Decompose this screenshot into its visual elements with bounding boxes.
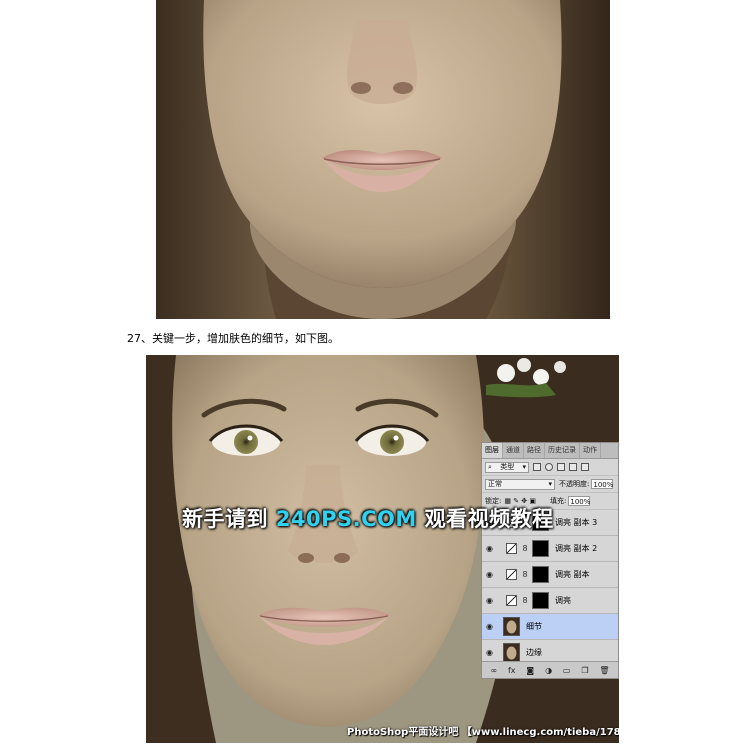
layers-panel: 图层 通道 路径 历史记录 动作 ⌕ 类型 ▾ 正常 ▾ 不透明度: 100% xyxy=(481,442,619,679)
layer-row[interactable]: ◉ 8 调亮 xyxy=(482,588,618,614)
face-lower-illustration xyxy=(156,0,610,319)
filter-shape-icon[interactable] xyxy=(569,463,577,471)
fx-icon[interactable]: fx xyxy=(508,666,516,675)
panel-tabs: 图层 通道 路径 历史记录 动作 xyxy=(482,443,618,459)
filter-kind-select[interactable]: ⌕ 类型 ▾ xyxy=(485,461,529,473)
layer-name: 调亮 副本 3 xyxy=(555,518,598,527)
layer-name: 调亮 副本 xyxy=(555,570,590,579)
eye-icon[interactable]: ◉ xyxy=(482,596,497,605)
tab-actions[interactable]: 动作 xyxy=(580,443,601,458)
eye-icon[interactable]: ◉ xyxy=(482,570,497,579)
eye-icon[interactable]: ◉ xyxy=(482,622,497,631)
blend-row: 正常 ▾ 不透明度: 100% xyxy=(482,476,618,493)
layer-thumbnail[interactable] xyxy=(503,617,520,636)
trash-icon[interactable]: 🗑 xyxy=(599,666,609,675)
panel-footer: ∞ fx ◙ ◑ ▭ ❐ 🗑 xyxy=(482,661,618,678)
photo-bottom-screenshot: 图层 通道 路径 历史记录 动作 ⌕ 类型 ▾ 正常 ▾ 不透明度: 100% xyxy=(146,355,619,743)
eye-icon[interactable]: ◉ xyxy=(482,544,497,553)
layer-name: 调亮 副本 2 xyxy=(555,544,598,553)
filter-pixel-icon[interactable] xyxy=(533,463,541,471)
link-icon: 8 xyxy=(522,596,528,605)
link-icon: 8 xyxy=(522,570,528,579)
adjustment-icon[interactable]: ◑ xyxy=(545,666,552,675)
new-layer-icon[interactable]: ❐ xyxy=(581,666,588,675)
tab-paths[interactable]: 路径 xyxy=(524,443,545,458)
layer-row[interactable]: ◉ 8 调亮 副本 2 xyxy=(482,536,618,562)
tab-layers[interactable]: 图层 xyxy=(482,443,503,458)
layer-mask-thumbnail[interactable] xyxy=(532,592,549,609)
tab-channels[interactable]: 通道 xyxy=(503,443,524,458)
layer-mask-thumbnail[interactable] xyxy=(532,540,549,557)
layer-thumbnail[interactable] xyxy=(503,643,520,662)
layer-list: ◉ 8 调亮 副本 3 ◉ 8 调亮 副本 2 ◉ 8 调亮 副本 ◉ 8 调亮… xyxy=(482,510,618,666)
filter-adjustment-icon[interactable] xyxy=(545,463,553,471)
filter-type-icon[interactable] xyxy=(557,463,565,471)
link-icon: 8 xyxy=(522,544,528,553)
adjustment-layer-icon xyxy=(506,595,517,606)
layer-row-selected[interactable]: ◉ 细节 xyxy=(482,614,618,640)
portrait-thumbnail-icon xyxy=(504,644,519,661)
credit-text: PhotoShop平面设计吧 【www.linecg.com/tieba/178… xyxy=(347,727,619,738)
layer-name: 细节 xyxy=(526,622,542,631)
filter-smart-icon[interactable] xyxy=(581,463,589,471)
adjustment-layer-icon xyxy=(506,569,517,580)
blend-mode-select[interactable]: 正常 ▾ xyxy=(485,478,555,490)
opacity-label: 不透明度: xyxy=(559,480,590,488)
chevron-down-icon: ▾ xyxy=(522,462,526,471)
fill-input[interactable]: 100% xyxy=(568,496,590,506)
step-caption: 27、关键一步，增加肤色的细节，如下图。 xyxy=(127,332,339,345)
layer-row[interactable]: ◉ 8 调亮 副本 xyxy=(482,562,618,588)
photo-top-face xyxy=(156,0,610,319)
layer-mask-thumbnail[interactable] xyxy=(532,566,549,583)
search-icon: ⌕ xyxy=(488,462,492,471)
filter-row: ⌕ 类型 ▾ xyxy=(482,459,618,476)
folder-icon[interactable]: ▭ xyxy=(563,666,571,675)
portrait-thumbnail-icon xyxy=(504,618,519,635)
eye-icon[interactable]: ◉ xyxy=(482,648,497,657)
tab-history[interactable]: 历史记录 xyxy=(545,443,580,458)
mask-icon[interactable]: ◙ xyxy=(526,666,534,675)
layer-name: 调亮 xyxy=(555,596,571,605)
watermark-text: 新手请到 240PS.COM 观看视频教程 xyxy=(182,507,554,531)
layer-name: 边缘 xyxy=(526,648,542,657)
link-icon[interactable]: ∞ xyxy=(490,666,497,675)
opacity-input[interactable]: 100% xyxy=(591,479,613,489)
chevron-down-icon: ▾ xyxy=(548,479,552,488)
adjustment-layer-icon xyxy=(506,543,517,554)
